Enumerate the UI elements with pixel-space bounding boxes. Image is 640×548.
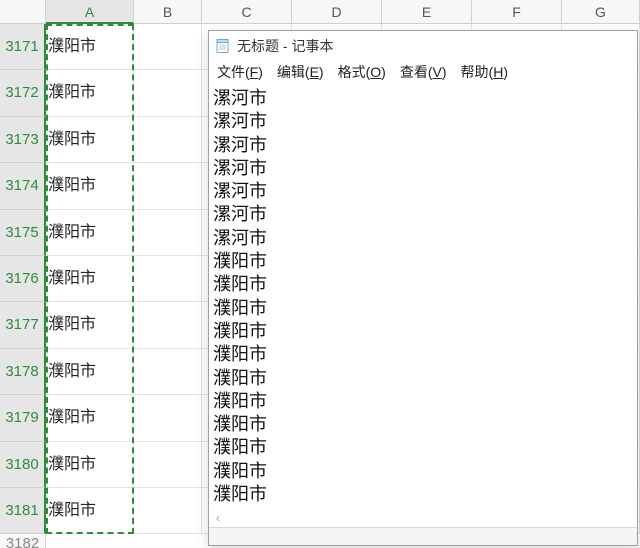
- cell-B[interactable]: [134, 395, 202, 441]
- row-header[interactable]: 3181: [0, 488, 46, 534]
- cell-B[interactable]: [134, 488, 202, 534]
- menu-view[interactable]: 查看(V): [398, 60, 449, 84]
- cell-A[interactable]: 濮阳市: [46, 163, 134, 209]
- cell-B[interactable]: [134, 442, 202, 488]
- column-header-F[interactable]: F: [472, 0, 562, 24]
- cell-A[interactable]: 濮阳市: [46, 70, 134, 116]
- cell-A[interactable]: 濮阳市: [46, 117, 134, 163]
- menu-edit[interactable]: 编辑(E): [275, 60, 326, 84]
- cell-B[interactable]: [134, 256, 202, 302]
- row-header[interactable]: 3173: [0, 117, 46, 163]
- cell-B[interactable]: [134, 70, 202, 116]
- column-header-E[interactable]: E: [382, 0, 472, 24]
- cell-A[interactable]: 濮阳市: [46, 24, 134, 70]
- menu-file[interactable]: 文件(F): [215, 60, 265, 84]
- row-header[interactable]: 3179: [0, 395, 46, 441]
- column-header-A[interactable]: A: [46, 0, 134, 24]
- menu-format[interactable]: 格式(O): [336, 60, 388, 84]
- row-header[interactable]: 3174: [0, 163, 46, 209]
- column-header-G[interactable]: G: [562, 0, 640, 24]
- cell-A[interactable]: 濮阳市: [46, 442, 134, 488]
- cell-B[interactable]: [134, 210, 202, 256]
- row-header[interactable]: 3182: [0, 534, 46, 548]
- column-header-row: ABCDEFG: [0, 0, 640, 24]
- cell-B[interactable]: [134, 302, 202, 348]
- cell-B[interactable]: [134, 24, 202, 70]
- cell-B[interactable]: [134, 163, 202, 209]
- notepad-text-area[interactable]: 漯河市 漯河市 漯河市 漯河市 漯河市 漯河市 漯河市 濮阳市 濮阳市 濮阳市 …: [209, 85, 637, 527]
- select-all-corner[interactable]: [0, 0, 46, 24]
- row-header[interactable]: 3180: [0, 442, 46, 488]
- row-header[interactable]: 3175: [0, 210, 46, 256]
- column-header-C[interactable]: C: [202, 0, 292, 24]
- menu-help[interactable]: 帮助(H): [459, 60, 510, 84]
- row-header[interactable]: 3172: [0, 70, 46, 116]
- column-header-D[interactable]: D: [292, 0, 382, 24]
- notepad-titlebar[interactable]: 无标题 - 记事本: [209, 31, 637, 59]
- cell-A[interactable]: 濮阳市: [46, 488, 134, 534]
- row-header[interactable]: 3177: [0, 302, 46, 348]
- cell-A[interactable]: 濮阳市: [46, 256, 134, 302]
- cell-A[interactable]: 濮阳市: [46, 302, 134, 348]
- row-header[interactable]: 3176: [0, 256, 46, 302]
- cell-B[interactable]: [134, 117, 202, 163]
- row-header[interactable]: 3171: [0, 24, 46, 70]
- notepad-menubar: 文件(F) 编辑(E) 格式(O) 查看(V) 帮助(H): [209, 59, 637, 85]
- notepad-icon: [215, 38, 231, 54]
- row-header[interactable]: 3178: [0, 349, 46, 395]
- row-header-column: 3171317231733174317531763177317831793180…: [0, 24, 46, 548]
- notepad-title: 无标题 - 记事本: [237, 36, 333, 56]
- cell-B[interactable]: [134, 349, 202, 395]
- notepad-window[interactable]: 无标题 - 记事本 文件(F) 编辑(E) 格式(O) 查看(V) 帮助(H) …: [208, 30, 638, 546]
- column-header-B[interactable]: B: [134, 0, 202, 24]
- cell-A[interactable]: 濮阳市: [46, 395, 134, 441]
- cell-A[interactable]: 濮阳市: [46, 210, 134, 256]
- scrollbar-left-icon[interactable]: ‹: [211, 511, 225, 525]
- cell-A[interactable]: 濮阳市: [46, 349, 134, 395]
- notepad-statusbar: [209, 527, 637, 545]
